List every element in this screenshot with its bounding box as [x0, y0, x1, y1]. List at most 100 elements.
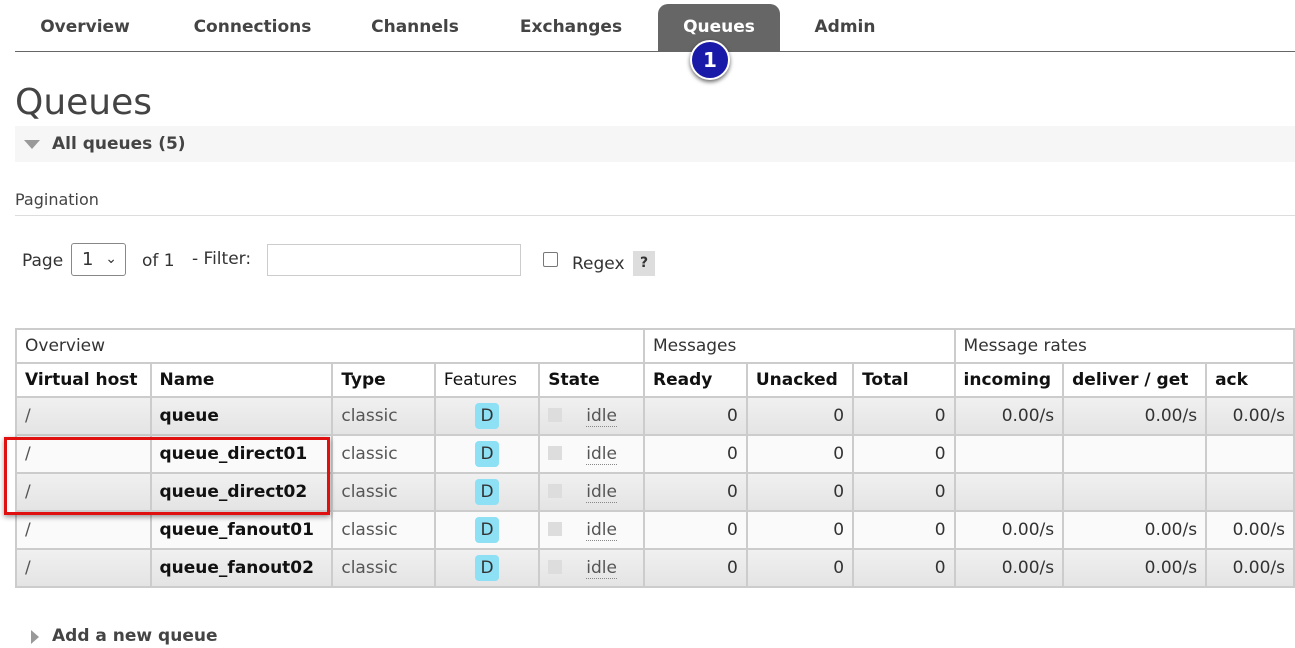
cell-deliver: 0.00/s [1062, 510, 1208, 550]
column-header[interactable]: Ready [642, 362, 748, 398]
cell-unacked: 0 [745, 472, 855, 512]
cell-ready: 0 [642, 472, 748, 512]
cell-type: classic [331, 472, 436, 512]
annotation-badge: 1 [690, 40, 730, 80]
cell-unacked: 0 [745, 510, 855, 550]
cell-type: classic [331, 510, 436, 550]
cell-vhost: / [15, 396, 152, 436]
column-header[interactable]: Name [149, 362, 334, 398]
cell-unacked: 0 [745, 548, 855, 588]
section-title: All queues (5) [52, 134, 186, 154]
cell-name: queue [149, 396, 334, 436]
cell-feature: D [433, 472, 541, 512]
column-header[interactable]: incoming [953, 362, 1065, 398]
cell-deliver: 0.00/s [1062, 396, 1208, 436]
cell-ack: 0.00/s [1205, 548, 1295, 588]
tab-admin[interactable]: Admin [800, 4, 890, 51]
tab-connections[interactable]: Connections [175, 4, 330, 51]
state-icon [548, 408, 563, 422]
help-button[interactable]: ? [633, 251, 655, 276]
cell-incoming [953, 434, 1065, 474]
cell-ack: 0.00/s [1205, 510, 1295, 550]
column-header[interactable]: Unacked [745, 362, 855, 398]
cell-type: classic [331, 548, 436, 588]
state-icon [548, 446, 563, 460]
tab-overview[interactable]: Overview [15, 4, 155, 51]
queue-link[interactable]: queue_fanout02 [160, 558, 314, 578]
cell-incoming [953, 472, 1065, 512]
cell-total: 0 [852, 472, 956, 512]
cell-vhost: / [15, 548, 152, 588]
triangle-right-icon [31, 630, 39, 644]
cell-incoming: 0.00/s [953, 510, 1065, 550]
page-label: Page [22, 251, 64, 271]
page-select[interactable]: 1 ⌄ [71, 243, 126, 276]
tab-exchanges[interactable]: Exchanges [500, 4, 642, 51]
regex-label: Regex [572, 254, 625, 274]
state-icon [548, 522, 563, 536]
cell-feature: D [433, 434, 541, 474]
triangle-down-icon [24, 140, 40, 149]
table-row: / queue_fanout02 classic Didle 0 0 0 0.00/s 0.00… [15, 548, 1295, 588]
state-text: idle [586, 482, 617, 503]
cell-total: 0 [852, 434, 956, 474]
cell-ready: 0 [642, 548, 748, 588]
column-header[interactable]: Type [331, 362, 436, 398]
column-header[interactable]: Features [433, 362, 541, 398]
cell-deliver [1062, 434, 1208, 474]
cell-type: classic [331, 434, 436, 474]
chevron-down-icon: ⌄ [105, 251, 117, 267]
cell-deliver [1062, 472, 1208, 512]
durable-badge: D [475, 441, 500, 467]
page-value: 1 [82, 249, 94, 270]
cell-name: queue_fanout01 [149, 510, 334, 550]
cell-feature: D [433, 510, 541, 550]
cell-ack [1205, 434, 1295, 474]
add-queue-toggle[interactable]: Add a new queue [15, 626, 218, 646]
pagination-heading: Pagination [15, 190, 1295, 216]
durable-badge: D [475, 403, 500, 429]
column-header[interactable]: ack [1205, 362, 1295, 398]
queue-link[interactable]: queue [160, 406, 219, 426]
cell-vhost: / [15, 510, 152, 550]
tab-channels[interactable]: Channels [350, 4, 480, 51]
all-queues-toggle[interactable]: All queues (5) [15, 126, 1295, 162]
cell-state: idle [538, 472, 645, 512]
state-text: idle [586, 558, 617, 579]
column-header[interactable]: deliver / get [1062, 362, 1208, 398]
group-message-rates: Message rates [953, 328, 1295, 364]
cell-total: 0 [852, 396, 956, 436]
cell-unacked: 0 [745, 434, 855, 474]
regex-checkbox[interactable] [543, 252, 558, 267]
cell-ack: 0.00/s [1205, 396, 1295, 436]
cell-state: idle [538, 510, 645, 550]
durable-badge: D [475, 517, 500, 543]
cell-unacked: 0 [745, 396, 855, 436]
group-messages: Messages [642, 328, 956, 364]
state-text: idle [586, 520, 617, 541]
main-nav: Overview Connections Channels Exchanges … [15, 0, 1295, 52]
of-label: of 1 [142, 251, 175, 271]
cell-ready: 0 [642, 396, 748, 436]
column-header[interactable]: Virtual host [15, 362, 152, 398]
filter-label: - Filter: [192, 249, 252, 269]
cell-deliver: 0.00/s [1062, 548, 1208, 588]
cell-ready: 0 [642, 434, 748, 474]
cell-incoming: 0.00/s [953, 548, 1065, 588]
filter-input[interactable] [267, 244, 521, 276]
column-header[interactable]: Total [852, 362, 956, 398]
add-queue-label: Add a new queue [52, 626, 218, 646]
highlight-box [4, 437, 330, 515]
cell-feature: D [433, 396, 541, 436]
state-icon [548, 560, 563, 574]
durable-badge: D [475, 479, 500, 505]
queue-link[interactable]: queue_fanout01 [160, 520, 314, 540]
table-row: / queue_fanout01 classic Didle 0 0 0 0.00/s 0.00… [15, 510, 1295, 550]
cell-feature: D [433, 548, 541, 588]
state-icon [548, 484, 563, 498]
column-header[interactable]: State [538, 362, 645, 398]
state-text: idle [586, 444, 617, 465]
state-text: idle [586, 406, 617, 427]
cell-type: classic [331, 396, 436, 436]
table-row: / queue classic Didle 0 0 0 0.00/s 0.00/s 0.00/s [15, 396, 1295, 436]
